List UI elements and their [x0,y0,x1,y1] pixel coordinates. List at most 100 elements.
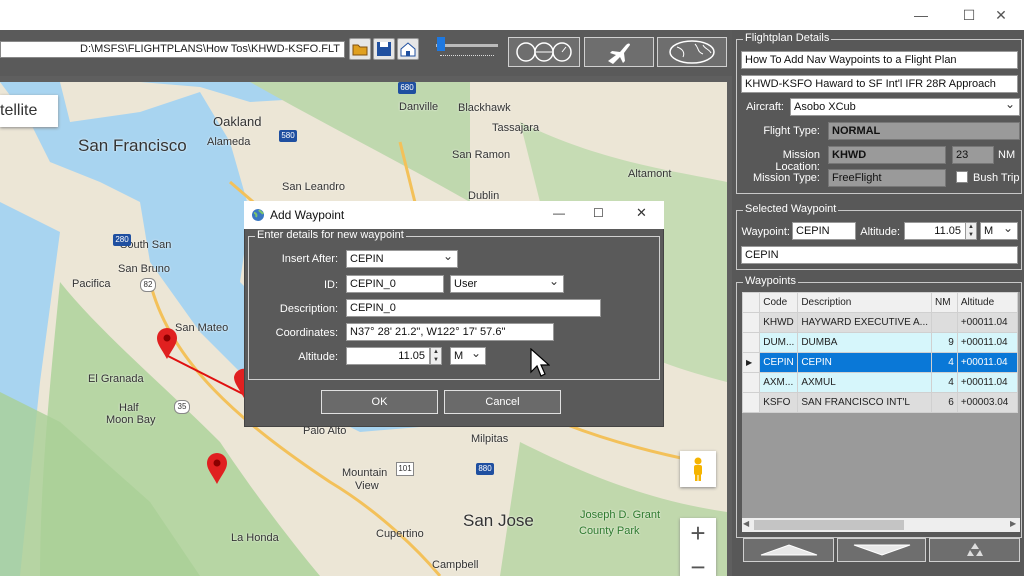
ok-button[interactable]: OK [321,390,438,414]
altitude-cell[interactable]: +00011.04 [956,372,1019,393]
column-header[interactable]: Altitude [956,292,1019,313]
row-header-cell[interactable] [741,372,761,393]
table-row-selected[interactable]: ▶ CEPIN CEPIN 4 +00011.04 [741,352,1019,373]
move-down-button[interactable] [837,538,926,562]
zoom-out-button[interactable]: − [680,552,716,576]
group-title: Enter details for new waypoint [255,229,406,241]
id-type-select[interactable]: User [450,275,564,293]
nm-cell[interactable]: 4 [931,352,958,373]
nm-cell[interactable] [931,312,958,333]
close-button[interactable]: ✕ [978,0,1024,30]
globe-icon [252,209,264,221]
coordinates-input[interactable]: N37° 28' 21.2", W122° 17' 57.6" [346,323,554,341]
nm-cell[interactable]: 6 [931,392,958,413]
row-selected-marker[interactable]: ▶ [741,352,761,373]
globe-icon [669,40,715,64]
satellite-toggle-button[interactable]: tellite [0,95,58,127]
code-cell[interactable]: AXM... [759,372,799,393]
code-cell[interactable]: DUM... [759,332,799,353]
altitude-spinner[interactable]: ▲ ▼ [965,222,977,240]
altitude-cell[interactable]: +00011.04 [956,332,1019,353]
column-header[interactable]: Description [797,292,933,313]
dialog-maximize-button[interactable]: ☐ [593,206,604,220]
row-header-cell [741,292,761,313]
dialog-title: Add Waypoint [270,208,345,222]
altitude-spinner[interactable]: ▲ ▼ [430,347,442,365]
altitude-cell[interactable]: +00011.04 [956,352,1019,373]
aircraft-button[interactable] [584,37,654,67]
scroll-left-icon[interactable]: ◀ [743,519,749,528]
waypoint-label: Waypoint: [741,226,790,238]
map-label: Blackhawk [458,102,511,114]
table-row[interactable]: KSFO SAN FRANCISCO INT'L 6 +00003.04 [741,392,1019,413]
selected-waypoint-name-field[interactable]: CEPIN [741,246,1018,264]
table-header: Code Description NM Altitude [741,292,1019,313]
altitude-unit-select[interactable]: M [450,347,486,365]
description-cell[interactable]: DUMBA [797,332,933,353]
row-header-cell[interactable] [741,392,761,413]
code-cell[interactable]: KHWD [759,312,799,333]
altitude-cell[interactable]: +00011.04 [956,312,1019,333]
export-icon [400,42,416,57]
altitude-input[interactable]: 11.05 [346,347,430,365]
row-header-cell[interactable] [741,332,761,353]
description-cell[interactable]: HAYWARD EXECUTIVE A... [797,312,933,333]
opacity-slider-thumb[interactable] [437,37,445,51]
map-label: Danville [399,101,439,113]
table-row[interactable]: AXM... AXMUL 4 +00011.04 [741,372,1019,393]
selected-altitude-unit-select[interactable]: M [980,222,1018,240]
map-label: San Mateo [175,322,229,334]
highway-badge: 35 [174,400,190,414]
description-cell[interactable]: SAN FRANCISCO INT'L [797,392,933,413]
dialog-close-button[interactable]: ✕ [636,205,647,221]
minimize-button[interactable]: — [898,0,944,30]
row-header-cell[interactable] [741,312,761,333]
description-cell[interactable]: CEPIN [797,352,933,373]
flightplan-description-field[interactable]: KHWD-KSFO Haward to SF Int'l IFR 28R App… [741,75,1018,93]
altitude-cell[interactable]: +00003.04 [956,392,1019,413]
code-cell[interactable]: KSFO [759,392,799,413]
selected-altitude-field[interactable]: 11.05 [904,222,966,240]
instruments-button[interactable] [508,37,580,67]
aircraft-select[interactable]: Asobo XCub [790,98,1020,116]
highway-badge: 880 [476,463,494,475]
zoom-in-button[interactable]: + [680,518,716,548]
group-title: Flightplan Details [743,32,832,44]
mission-distance-field: 23 [952,146,994,164]
table-row[interactable]: DUM... DUMBA 9 +00011.04 [741,332,1019,353]
mission-location-label: Mission Location: [775,149,820,173]
column-header[interactable]: NM [931,292,958,313]
column-header[interactable]: Code [759,292,799,313]
insert-after-select[interactable]: CEPIN [346,250,458,268]
nm-cell[interactable]: 4 [931,372,958,393]
export-button[interactable] [397,38,419,60]
recycle-button[interactable] [929,538,1020,562]
dialog-minimize-button[interactable]: — [553,206,565,220]
selected-waypoint-field[interactable]: CEPIN [792,222,856,240]
gauges-icon [516,42,572,62]
scroll-right-icon[interactable]: ▶ [1010,519,1016,528]
distance-unit-label: NM [998,149,1016,161]
code-cell[interactable]: CEPIN [759,352,799,373]
table-row[interactable]: KHWD HAYWARD EXECUTIVE A... +00011.04 [741,312,1019,333]
nm-cell[interactable]: 9 [931,332,958,353]
world-map-button[interactable] [657,37,727,67]
map-label: Moon Bay [106,414,156,426]
move-up-button[interactable] [743,538,834,562]
street-view-button[interactable] [680,451,716,487]
opacity-slider-track[interactable] [436,44,498,47]
waypoint-marker[interactable] [206,453,228,485]
description-input[interactable]: CEPIN_0 [346,299,601,317]
cancel-button[interactable]: Cancel [444,390,561,414]
open-folder-button[interactable] [349,38,371,60]
insert-after-label: Insert After: [281,253,338,265]
id-input[interactable]: CEPIN_0 [346,275,444,293]
description-cell[interactable]: AXMUL [797,372,933,393]
flightplan-path-field[interactable]: D:\MSFS\FLIGHTPLANS\How Tos\KHWD-KSFO.FL… [0,41,345,58]
scrollbar-thumb[interactable] [754,520,904,530]
highway-badge: 82 [140,278,156,292]
mission-location-field: KHWD [828,146,946,164]
save-button[interactable] [373,38,395,60]
bush-trip-checkbox[interactable] [956,171,968,183]
flightplan-title-field[interactable]: How To Add Nav Waypoints to a Flight Pla… [741,51,1018,69]
